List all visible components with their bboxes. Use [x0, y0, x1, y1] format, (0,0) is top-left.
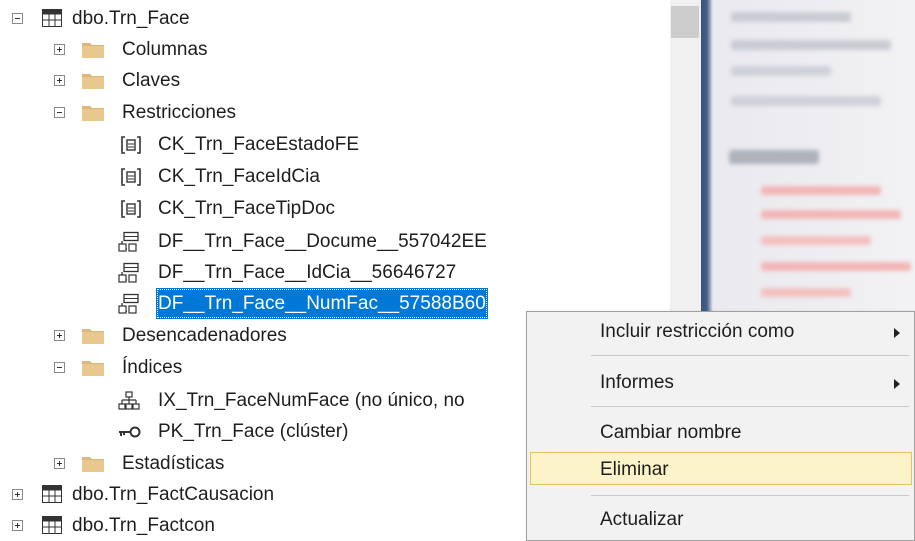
tree-node-trn-factcon[interactable]: dbo.Trn_Factcon: [0, 510, 400, 541]
check-constraint-icon: [121, 200, 141, 218]
tree-node-label: PK_Trn_Face (clúster): [158, 421, 349, 442]
check-constraint-icon: [121, 136, 141, 154]
menu-separator: [591, 406, 909, 407]
submenu-arrow-icon: [894, 328, 900, 338]
menu-item-label: Actualizar: [600, 509, 684, 530]
tree-node-estadisticas[interactable]: Estadísticas: [0, 448, 300, 479]
tree-node-label: Índices: [122, 357, 183, 378]
check-constraint-icon: [121, 168, 141, 186]
expand-toggle[interactable]: [54, 44, 65, 55]
collapse-toggle[interactable]: [54, 107, 65, 118]
menu-separator: [591, 355, 909, 356]
tree-node-label: Columnas: [122, 39, 208, 60]
default-constraint-icon: [118, 262, 139, 283]
collapse-toggle[interactable]: [12, 13, 23, 24]
tree-node-df-docume[interactable]: DF__Trn_Face__Docume__557042EE: [0, 226, 560, 257]
tree-node-df-idcia[interactable]: DF__Trn_Face__IdCia__56646727: [0, 257, 560, 288]
table-icon: [42, 485, 62, 503]
tree-node-df-numfac[interactable]: DF__Trn_Face__NumFac__57588B60: [0, 288, 560, 319]
folder-icon: [82, 43, 104, 58]
submenu-arrow-icon: [894, 379, 900, 389]
menu-item-label: Eliminar: [600, 459, 669, 480]
folder-icon: [82, 361, 104, 376]
tree-node-indices[interactable]: Índices: [0, 352, 300, 383]
folder-icon: [82, 329, 104, 344]
tree-node-desencadenadores[interactable]: Desencadenadores: [0, 320, 400, 351]
tree-node-trn-face[interactable]: dbo.Trn_Face: [0, 3, 300, 34]
menu-item-label: Cambiar nombre: [600, 422, 742, 443]
default-constraint-icon: [118, 231, 139, 252]
tree-node-ix-numface[interactable]: IX_Trn_FaceNumFace (no único, no: [0, 385, 526, 416]
index-icon: [118, 391, 140, 410]
tree-node-label: DF__Trn_Face__IdCia__56646727: [158, 262, 457, 283]
tree-node-label: Desencadenadores: [122, 325, 287, 346]
menu-item-label: Informes: [600, 372, 674, 393]
tree-node-columnas[interactable]: Columnas: [0, 34, 300, 65]
tree-node-label: DF__Trn_Face__NumFac__57588B60: [156, 288, 488, 319]
tree-node-ck-idcia[interactable]: CK_Trn_FaceIdCia: [0, 161, 400, 192]
tree-node-restricciones[interactable]: Restricciones: [0, 97, 300, 128]
folder-icon: [82, 106, 104, 121]
menu-item-eliminar[interactable]: Eliminar: [530, 452, 912, 485]
tree-node-ck-estado[interactable]: CK_Trn_FaceEstadoFE: [0, 129, 400, 160]
tree-node-pk-face[interactable]: PK_Trn_Face (clúster): [0, 416, 400, 447]
menu-separator: [591, 495, 909, 496]
tree-node-label: dbo.Trn_Face: [72, 8, 190, 29]
tree-node-ck-tipdoc[interactable]: CK_Trn_FaceTipDoc: [0, 193, 400, 224]
tree-node-label: CK_Trn_FaceIdCia: [158, 166, 320, 187]
expand-toggle[interactable]: [54, 330, 65, 341]
menu-item-actualizar[interactable]: Actualizar: [530, 503, 912, 536]
tree-node-label: dbo.Trn_FactCausacion: [72, 484, 275, 505]
tree-node-claves[interactable]: Claves: [0, 65, 300, 96]
key-icon: [119, 426, 141, 438]
tree-node-label: Claves: [122, 70, 181, 91]
tree-node-label: Estadísticas: [122, 453, 225, 474]
table-icon: [42, 516, 62, 534]
tree-node-label: CK_Trn_FaceTipDoc: [158, 198, 336, 219]
context-menu[interactable]: Incluir restricción como Informes Cambia…: [526, 311, 915, 541]
menu-item-label: Incluir restricción como: [600, 321, 795, 342]
folder-icon: [82, 457, 104, 472]
tree-node-label: DF__Trn_Face__Docume__557042EE: [158, 231, 487, 252]
menu-item-informes[interactable]: Informes: [530, 366, 912, 399]
tree-node-label: Restricciones: [122, 102, 237, 123]
expand-toggle[interactable]: [12, 520, 23, 531]
expand-toggle[interactable]: [12, 489, 23, 500]
menu-item-incluir-restriccion[interactable]: Incluir restricción como: [530, 315, 912, 348]
tree-node-label: CK_Trn_FaceEstadoFE: [158, 134, 359, 155]
tree-node-trn-factcausacion[interactable]: dbo.Trn_FactCausacion: [0, 479, 400, 510]
scrollbar-thumb[interactable]: [671, 6, 699, 38]
tree-node-label: IX_Trn_FaceNumFace (no único, no: [158, 390, 465, 411]
folder-icon: [82, 74, 104, 89]
expand-toggle[interactable]: [54, 458, 65, 469]
table-icon: [42, 9, 62, 27]
tree-node-label: dbo.Trn_Factcon: [72, 515, 215, 536]
expand-toggle[interactable]: [54, 75, 65, 86]
collapse-toggle[interactable]: [54, 362, 65, 373]
menu-item-cambiar-nombre[interactable]: Cambiar nombre: [530, 416, 912, 449]
default-constraint-icon: [118, 293, 139, 314]
